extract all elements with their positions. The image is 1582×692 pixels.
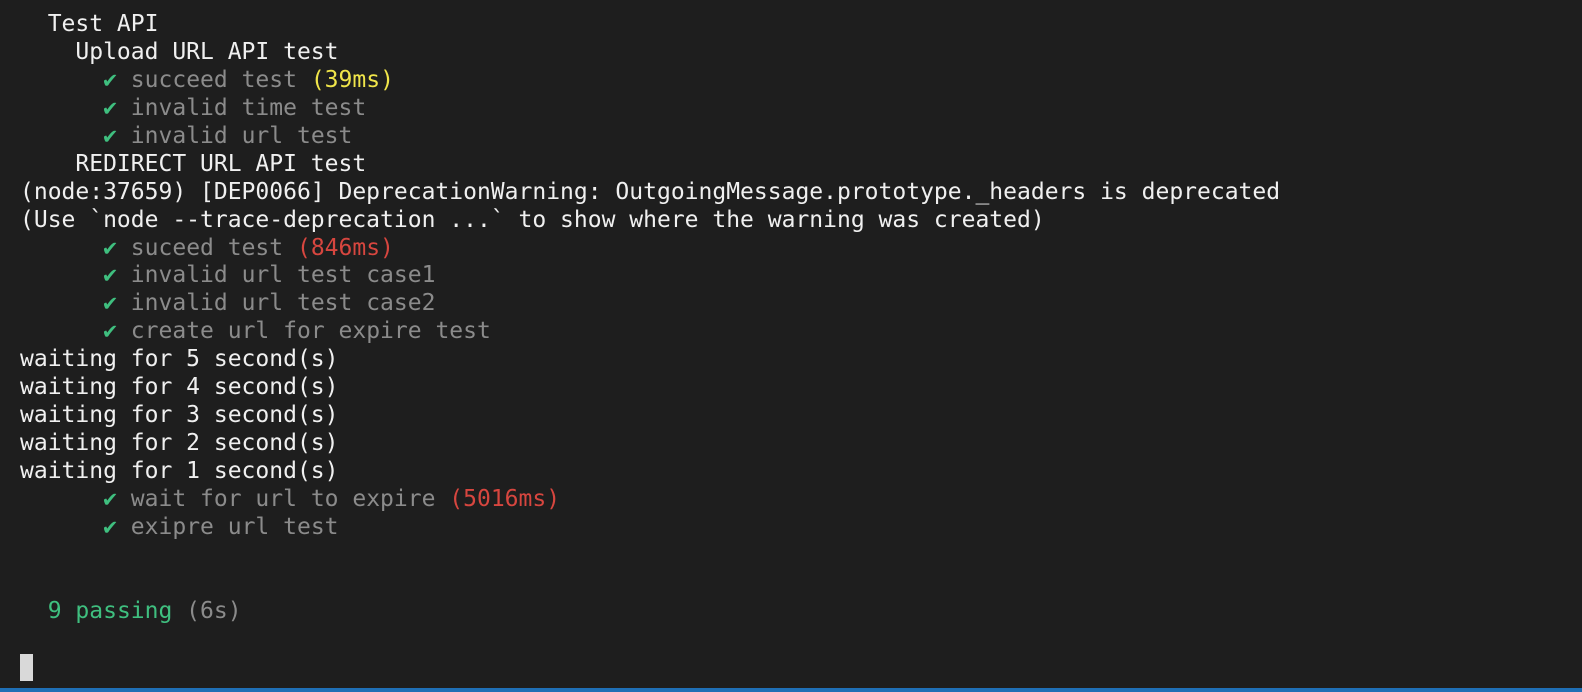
test-name: suceed test	[116, 234, 297, 261]
suite-title: Test API	[20, 11, 159, 37]
test-duration: (5016ms)	[449, 485, 561, 512]
check-icon: ✔	[103, 94, 117, 121]
test-result-line: ✔ suceed test (846ms)	[20, 235, 1582, 263]
log-line: waiting for 2 second(s)	[20, 430, 339, 457]
test-name: create url for expire test	[116, 318, 491, 345]
suite-title: REDIRECT URL API test	[20, 150, 367, 177]
test-result-line: ✔ invalid url test	[20, 123, 1582, 151]
test-result-line: ✔ create url for expire test	[20, 318, 1582, 346]
status-bar	[0, 688, 1582, 692]
log-line: waiting for 3 second(s)	[20, 402, 339, 429]
check-icon: ✔	[103, 290, 117, 317]
total-time: (6s)	[172, 597, 242, 624]
cursor-block	[20, 653, 33, 681]
test-name: invalid url test	[116, 122, 353, 149]
check-icon: ✔	[103, 122, 117, 149]
test-name: succeed test	[116, 66, 311, 93]
log-line: waiting for 4 second(s)	[20, 374, 339, 401]
test-name: invalid url test case2	[116, 290, 436, 317]
test-result-line: ✔ exipre url test	[20, 514, 1582, 542]
check-icon: ✔	[103, 513, 117, 540]
test-result-line: ✔ invalid time test	[20, 95, 1582, 123]
check-icon: ✔	[103, 66, 117, 93]
test-name: invalid url test case1	[116, 262, 436, 289]
test-name: exipre url test	[116, 513, 339, 540]
deprecation-hint: (Use `node --trace-deprecation ...` to s…	[20, 206, 1045, 233]
terminal-window[interactable]: Test API Upload URL API test ✔ succeed t…	[0, 0, 1582, 692]
summary-line: 9 passing (6s)	[20, 598, 1582, 626]
test-result-line: ✔ succeed test (39ms)	[20, 67, 1582, 95]
prompt-line[interactable]	[20, 653, 1582, 682]
check-icon: ✔	[103, 262, 117, 289]
test-name: invalid time test	[116, 94, 367, 121]
deprecation-warning: (node:37659) [DEP0066] DeprecationWarnin…	[20, 178, 1281, 205]
test-name: wait for url to expire	[116, 485, 450, 512]
passing-count: 9 passing	[47, 597, 173, 624]
test-duration: (39ms)	[310, 66, 394, 93]
test-result-line: ✔ wait for url to expire (5016ms)	[20, 486, 1582, 514]
check-icon: ✔	[103, 485, 117, 512]
test-result-line: ✔ invalid url test case1	[20, 262, 1582, 290]
test-result-line: ✔ invalid url test case2	[20, 290, 1582, 318]
check-icon: ✔	[103, 318, 117, 345]
log-line: waiting for 5 second(s)	[20, 346, 339, 373]
test-duration: (846ms)	[296, 234, 394, 261]
log-line: waiting for 1 second(s)	[20, 458, 339, 484]
check-icon: ✔	[103, 234, 117, 261]
suite-title: Upload URL API test	[20, 38, 339, 65]
